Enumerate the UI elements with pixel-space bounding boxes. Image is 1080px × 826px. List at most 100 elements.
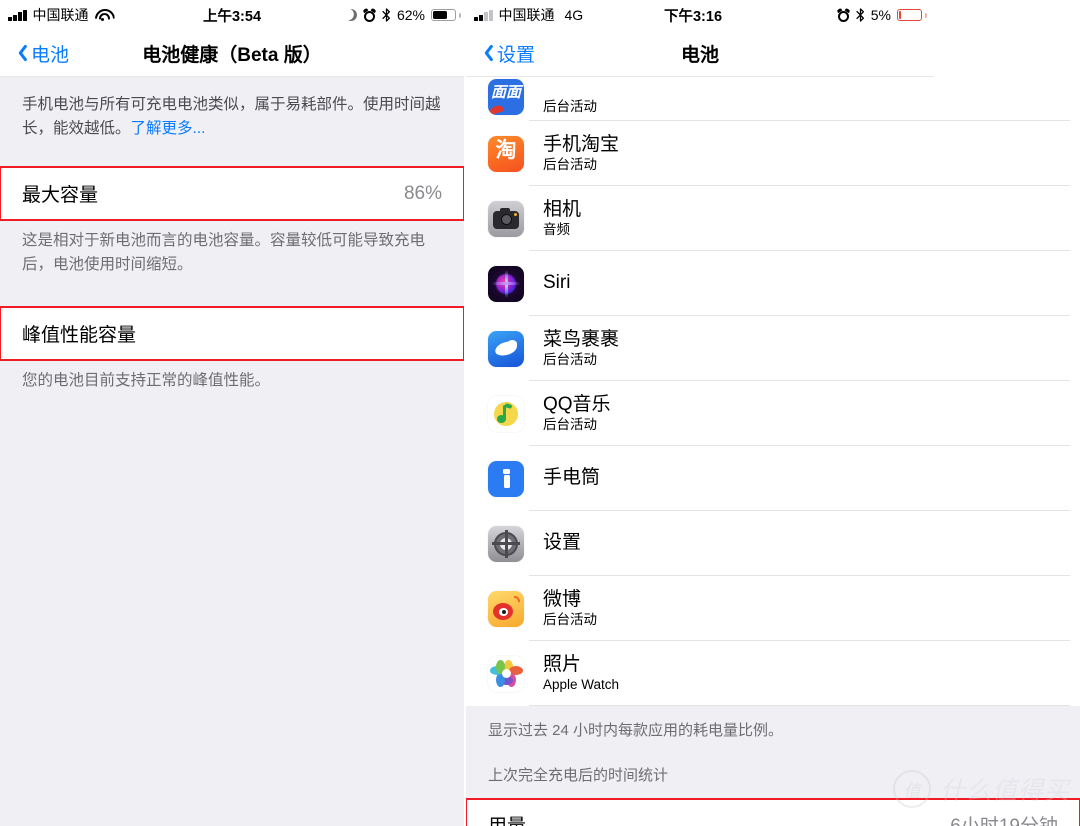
left-phone-screenshot: 中国联通 上午3:54 62% 电池 电池健康（Beta 版） 手机电池与所有可… (0, 0, 464, 826)
app-subtitle-label: 音频 (543, 222, 570, 238)
network-type-label: 4G (564, 7, 584, 23)
app-subtitle-label: 后台活动 (543, 157, 597, 173)
app-usage-row[interactable]: 相机音频1% (466, 186, 1080, 251)
left-status-right: 62% (345, 7, 464, 23)
list-right-padding (930, 576, 1080, 641)
battery-icon (897, 9, 927, 21)
app-name-label: 手机淘宝 (543, 133, 620, 155)
app-name-label: 微博 (543, 588, 582, 610)
list-right-padding (930, 316, 1080, 381)
app-text-block: 照片 Apple Watch (543, 654, 982, 693)
app-name-label: 相机 (543, 198, 582, 220)
list-right-padding (930, 251, 1080, 316)
left-status-bar: 中国联通 上午3:54 62% (0, 0, 464, 30)
wifi-icon (95, 9, 111, 22)
list-right-padding (930, 77, 1080, 121)
list-right-padding (930, 446, 1080, 511)
photos-icon (488, 655, 524, 692)
row-divider (529, 705, 1070, 706)
right-page-title: 电池 (680, 44, 719, 66)
cellular-signal-icon (8, 9, 27, 21)
max-capacity-value: 86% (403, 182, 442, 204)
app-text-block: 手电筒 (543, 467, 982, 489)
left-content: 手机电池与所有可充电电池类似，属于易耗部件。使用时间越长，能效越低。了解更多..… (0, 77, 464, 826)
app-text-block: 设置 (543, 532, 982, 554)
app-name-label: 设置 (543, 532, 582, 554)
right-nav-bar: 设置 电池 (466, 30, 934, 76)
list-right-padding (930, 381, 1080, 446)
cellular-signal-icon (474, 9, 493, 21)
left-status-left: 中国联通 (0, 5, 111, 25)
app-usage-row[interactable]: 设置1% (466, 511, 1080, 576)
app-text-block: Siri (543, 272, 982, 294)
app-usage-row[interactable]: 面面后台活动1% (466, 77, 1080, 121)
app-name-label: 照片 (543, 653, 582, 675)
screenshot-root: 中国联通 上午3:54 62% 电池 电池健康（Beta 版） 手机电池与所有可… (0, 0, 1080, 826)
usage-value: 6小时19分钟 (950, 815, 1058, 826)
weibo-icon (488, 590, 524, 627)
list-right-padding (930, 511, 1080, 576)
app-usage-row[interactable]: 微博后台活动1% (466, 576, 1080, 641)
cainiao-icon (488, 330, 524, 367)
taobao-icon: 淘 (488, 135, 524, 172)
alarm-icon (363, 7, 377, 22)
max-capacity-row[interactable]: 最大容量 86% (0, 166, 464, 222)
watermark: 值 什么值得买 (892, 770, 1070, 808)
app-subtitle-label: 后台活动 (543, 99, 597, 115)
app-usage-row[interactable]: 菜鸟裹裹后台活动1% (466, 316, 1080, 381)
app-subtitle-label: 后台活动 (543, 612, 597, 628)
battery-health-intro: 手机电池与所有可充电电池类似，属于易耗部件。使用时间越长，能效越低。了解更多..… (0, 77, 464, 141)
battery-usage-app-list: 面面后台活动1%淘手机淘宝后台活动1%相机音频1%Siri1%菜鸟裹裹后台活动1… (466, 77, 1080, 706)
bluetooth-icon (856, 8, 865, 22)
app-usage-row[interactable]: 手电筒1% (466, 446, 1080, 511)
left-nav-bar: 电池 电池健康（Beta 版） (0, 30, 464, 76)
right-status-bar: 中国联通 4G 下午3:16 5% (466, 0, 1080, 30)
left-page-title: 电池健康（Beta 版） (142, 44, 322, 66)
qqmusic-icon (488, 395, 524, 432)
peak-performance-label: 峰值性能容量 (22, 325, 137, 347)
app-subtitle-label: 后台活动 (543, 417, 597, 433)
app-name-label: 菜鸟裹裹 (543, 328, 620, 350)
app-name-label: 手电筒 (543, 467, 601, 489)
app-name-label: QQ音乐 (543, 393, 611, 415)
right-content: 面面后台活动1%淘手机淘宝后台活动1%相机音频1%Siri1%菜鸟裹裹后台活动1… (466, 77, 1080, 826)
siri-icon (488, 265, 524, 302)
right-battery-percent-label: 5% (870, 7, 891, 23)
app-subtitle-label: Apple Watch (543, 677, 620, 693)
left-battery-percent-label: 62% (396, 7, 425, 23)
left-spacer (0, 141, 464, 167)
baidu-icon: 面面 (488, 79, 524, 115)
usage-footnote: 显示过去 24 小时内每款应用的耗电量比例。 (488, 722, 784, 739)
app-usage-row[interactable]: 照片Apple Watch1% (466, 641, 1080, 706)
list-right-padding (930, 641, 1080, 706)
app-usage-row[interactable]: QQ音乐后台活动1% (466, 381, 1080, 446)
settings-icon (488, 525, 524, 562)
left-carrier-label: 中国联通 (32, 7, 89, 23)
app-usage-row[interactable]: 淘手机淘宝后台活动1% (466, 121, 1080, 186)
app-text-block: 后台活动 (543, 98, 982, 115)
right-clock-label: 下午3:16 (663, 8, 723, 25)
left-spacer-2 (0, 277, 464, 307)
list-right-padding (930, 186, 1080, 251)
flashlight-icon (488, 460, 524, 497)
peak-performance-row[interactable]: 峰值性能容量 (0, 306, 464, 362)
app-text-block: QQ音乐后台活动 (543, 394, 982, 433)
right-carrier-label: 中国联通 (498, 7, 555, 23)
watermark-logo-icon: 值 (892, 770, 931, 808)
app-text-block: 菜鸟裹裹 后台活动 (543, 329, 982, 368)
battery-health-intro-text: 手机电池与所有可充电电池类似，属于易耗部件。使用时间越长，能效越低。 (22, 96, 441, 138)
battery-icon (431, 9, 461, 21)
bluetooth-icon (382, 8, 391, 22)
right-phone-screenshot: 中国联通 4G 下午3:16 5% 设置 电池 面面 后台活动 淘 手机淘宝 后… (466, 0, 1080, 826)
right-status-right: 5% (837, 7, 930, 23)
max-capacity-footnote: 这是相对于新电池而言的电池容量。容量较低可能导致充电后，电池使用时间缩短。 (22, 232, 426, 274)
app-name-label: Siri (543, 272, 571, 294)
app-text-block: 手机淘宝 后台活动 (543, 134, 982, 173)
app-usage-row[interactable]: Siri1% (466, 251, 1080, 316)
moon-icon (345, 9, 357, 21)
alarm-icon (837, 7, 851, 22)
learn-more-link[interactable]: 了解更多... (131, 120, 206, 137)
max-capacity-label: 最大容量 (22, 185, 99, 207)
app-text-block: 相机 音频 (543, 199, 982, 238)
right-status-left: 中国联通 4G (466, 5, 583, 25)
